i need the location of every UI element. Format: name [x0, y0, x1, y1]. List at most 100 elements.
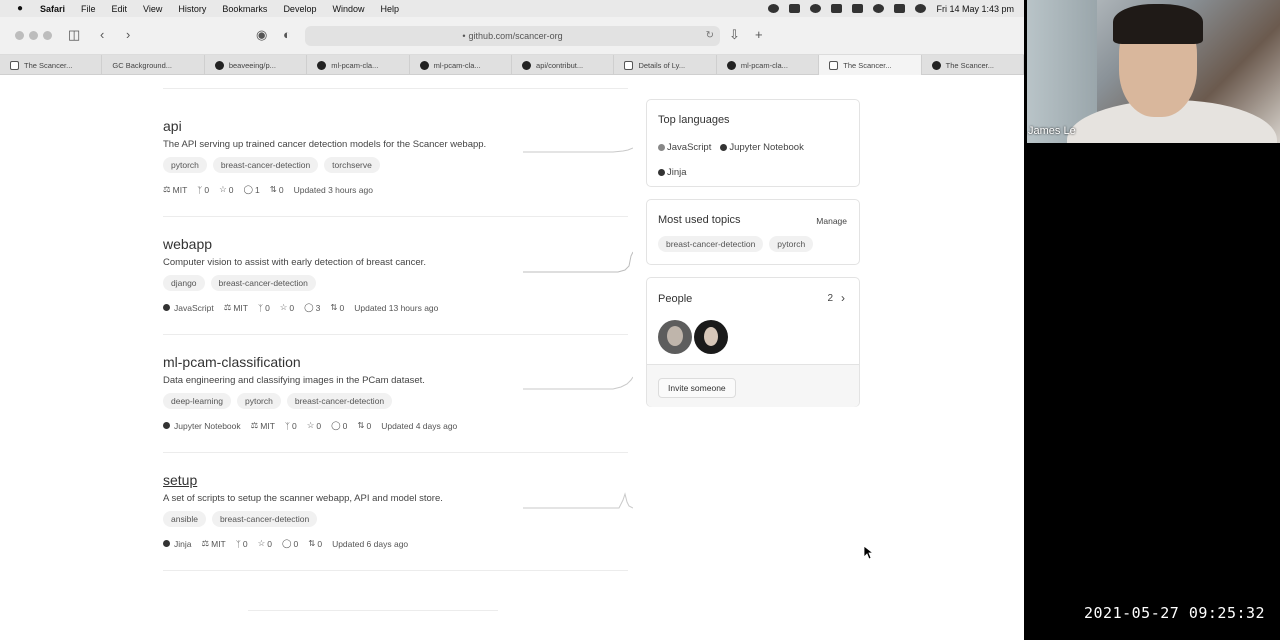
issues-meta[interactable]: ◯ 0	[282, 538, 298, 549]
apple-menu-icon[interactable]: ●	[14, 3, 26, 14]
siri-icon[interactable]	[915, 4, 927, 13]
people-count[interactable]: 2	[827, 293, 833, 304]
forks-meta[interactable]: ᛉ0	[285, 421, 297, 431]
manage-link[interactable]: Manage	[816, 216, 847, 226]
activity-sparkline	[523, 376, 633, 390]
topic-tag[interactable]: pytorch	[769, 236, 814, 252]
sidebar-toggle-icon[interactable]: ◫	[68, 28, 80, 42]
avatar[interactable]	[658, 320, 692, 354]
forks-meta[interactable]: ᛉ0	[197, 185, 209, 195]
bolt-icon[interactable]	[789, 4, 801, 13]
menu-help[interactable]: Help	[380, 4, 399, 14]
tab-ml-pcam-2[interactable]: ml-pcam-cla...	[410, 55, 513, 75]
topic-tag[interactable]: breast-cancer-detection	[658, 236, 764, 252]
updated-text: Updated 13 hours ago	[354, 302, 439, 313]
license-meta: ⚖ MIT	[163, 184, 188, 195]
tab-details[interactable]: Details of Ly...	[614, 55, 717, 75]
lock-icon: •	[462, 31, 466, 41]
search-icon[interactable]	[873, 4, 885, 13]
topic-tag[interactable]: pytorch	[163, 157, 207, 173]
stars-meta[interactable]: ☆ 0	[280, 302, 294, 313]
topic-tag[interactable]: deep-learning	[163, 393, 231, 409]
pull-request-icon: ⇅	[357, 420, 365, 430]
tab-ml-pcam-1[interactable]: ml-pcam-cla...	[307, 55, 410, 75]
prs-meta[interactable]: ⇅ 0	[308, 538, 322, 549]
topic-tag[interactable]: pytorch	[236, 393, 281, 409]
avatar[interactable]	[694, 320, 728, 354]
new-tab-icon[interactable]: +	[755, 28, 763, 42]
tab-scancer-active[interactable]: The Scancer...	[819, 55, 922, 75]
tab-scancer-2[interactable]: The Scancer...	[922, 55, 1024, 75]
updated-text: Updated 3 hours ago	[293, 184, 373, 195]
address-bar[interactable]: • github.com/scancer-org ↻	[305, 26, 720, 46]
card-title[interactable]: People	[658, 293, 692, 305]
star-icon: ☆	[257, 538, 266, 548]
close-icon[interactable]	[15, 31, 24, 40]
topic-tag[interactable]: torchserve	[324, 157, 380, 173]
menu-app-name[interactable]: Safari	[40, 4, 65, 14]
star-icon: ☆	[219, 184, 227, 194]
language-item[interactable]: JavaScript	[658, 142, 711, 153]
forks-meta[interactable]: ᛉ0	[258, 303, 270, 313]
language-item[interactable]: Jupyter Notebook	[720, 142, 804, 153]
issues-meta[interactable]: ◯ 0	[331, 420, 347, 431]
stars-meta[interactable]: ☆ 0	[258, 538, 272, 549]
back-icon[interactable]: ‹	[100, 28, 104, 42]
topic-list: breast-cancer-detection pytorch	[658, 236, 814, 252]
menu-bookmarks[interactable]: Bookmarks	[222, 4, 267, 14]
tab-api-contributors[interactable]: api/contribut...	[512, 55, 615, 75]
minimize-icon[interactable]	[29, 31, 38, 40]
issues-meta[interactable]: ◯ 1	[243, 184, 259, 195]
tab-gc-background[interactable]: GC Background...	[102, 55, 205, 75]
menu-clock[interactable]: Fri 14 May 1:43 pm	[936, 4, 1014, 14]
menu-edit[interactable]: Edit	[112, 4, 128, 14]
language-item[interactable]: Jinja	[658, 167, 687, 178]
menu-view[interactable]: View	[143, 4, 162, 14]
menu-history[interactable]: History	[178, 4, 206, 14]
privacy-shield-icon[interactable]: ◐	[283, 28, 291, 42]
github-icon	[317, 60, 327, 70]
topic-tag[interactable]: django	[163, 275, 205, 291]
stars-meta[interactable]: ☆ 0	[219, 184, 233, 195]
extension-icon[interactable]: ◉	[256, 28, 267, 42]
menu-window[interactable]: Window	[332, 4, 364, 14]
issues-meta[interactable]: ◯ 3	[304, 302, 320, 313]
download-icon[interactable]: ⇩	[729, 28, 740, 42]
stars-meta[interactable]: ☆ 0	[307, 420, 321, 431]
invite-button[interactable]: Invite someone	[658, 378, 736, 398]
chevron-right-icon[interactable]: ›	[841, 291, 845, 305]
topic-tag[interactable]: ansible	[163, 511, 206, 527]
reload-icon[interactable]: ↻	[706, 30, 714, 41]
url-text: github.com/scancer-org	[468, 31, 563, 41]
repo-topics: deep-learning pytorch breast-cancer-dete…	[163, 393, 633, 409]
topic-tag[interactable]: breast-cancer-detection	[211, 511, 318, 527]
tab-ml-pcam-3[interactable]: ml-pcam-cla...	[717, 55, 820, 75]
github-icon	[214, 60, 224, 70]
record-icon[interactable]	[768, 4, 780, 13]
forks-meta[interactable]: ᛉ0	[236, 539, 248, 549]
forward-icon[interactable]: ›	[126, 28, 130, 42]
prs-meta[interactable]: ⇅ 0	[330, 302, 344, 313]
topic-tag[interactable]: breast-cancer-detection	[210, 275, 316, 291]
activity-sparkline	[523, 147, 633, 153]
battery-icon[interactable]	[831, 4, 843, 13]
control-center-icon[interactable]	[894, 4, 906, 13]
keyboard-icon[interactable]	[852, 4, 864, 13]
topic-tag[interactable]: breast-cancer-detection	[212, 157, 319, 173]
zoom-icon[interactable]	[43, 31, 52, 40]
menu-develop[interactable]: Develop	[283, 4, 316, 14]
menu-file[interactable]: File	[81, 4, 96, 14]
divider	[163, 88, 628, 89]
pull-request-icon: ⇅	[269, 184, 277, 194]
repo-item-setup: setup A set of scripts to setup the scan…	[163, 472, 633, 549]
menu-bar: ● Safari File Edit View History Bookmark…	[0, 0, 1024, 17]
tab-scancer-1[interactable]: The Scancer...	[0, 55, 103, 75]
prs-meta[interactable]: ⇅ 0	[357, 420, 371, 431]
topic-tag[interactable]: breast-cancer-detection	[286, 393, 393, 409]
github-icon	[726, 60, 736, 70]
video-timestamp: 2021-05-27 09:25:32	[1084, 604, 1266, 622]
tab-beaveeing[interactable]: beaveeing/p...	[205, 55, 308, 75]
prs-meta[interactable]: ⇅ 0	[270, 184, 284, 195]
wifi-icon[interactable]	[810, 4, 822, 13]
license-meta: ⚖ MIT	[250, 420, 275, 431]
